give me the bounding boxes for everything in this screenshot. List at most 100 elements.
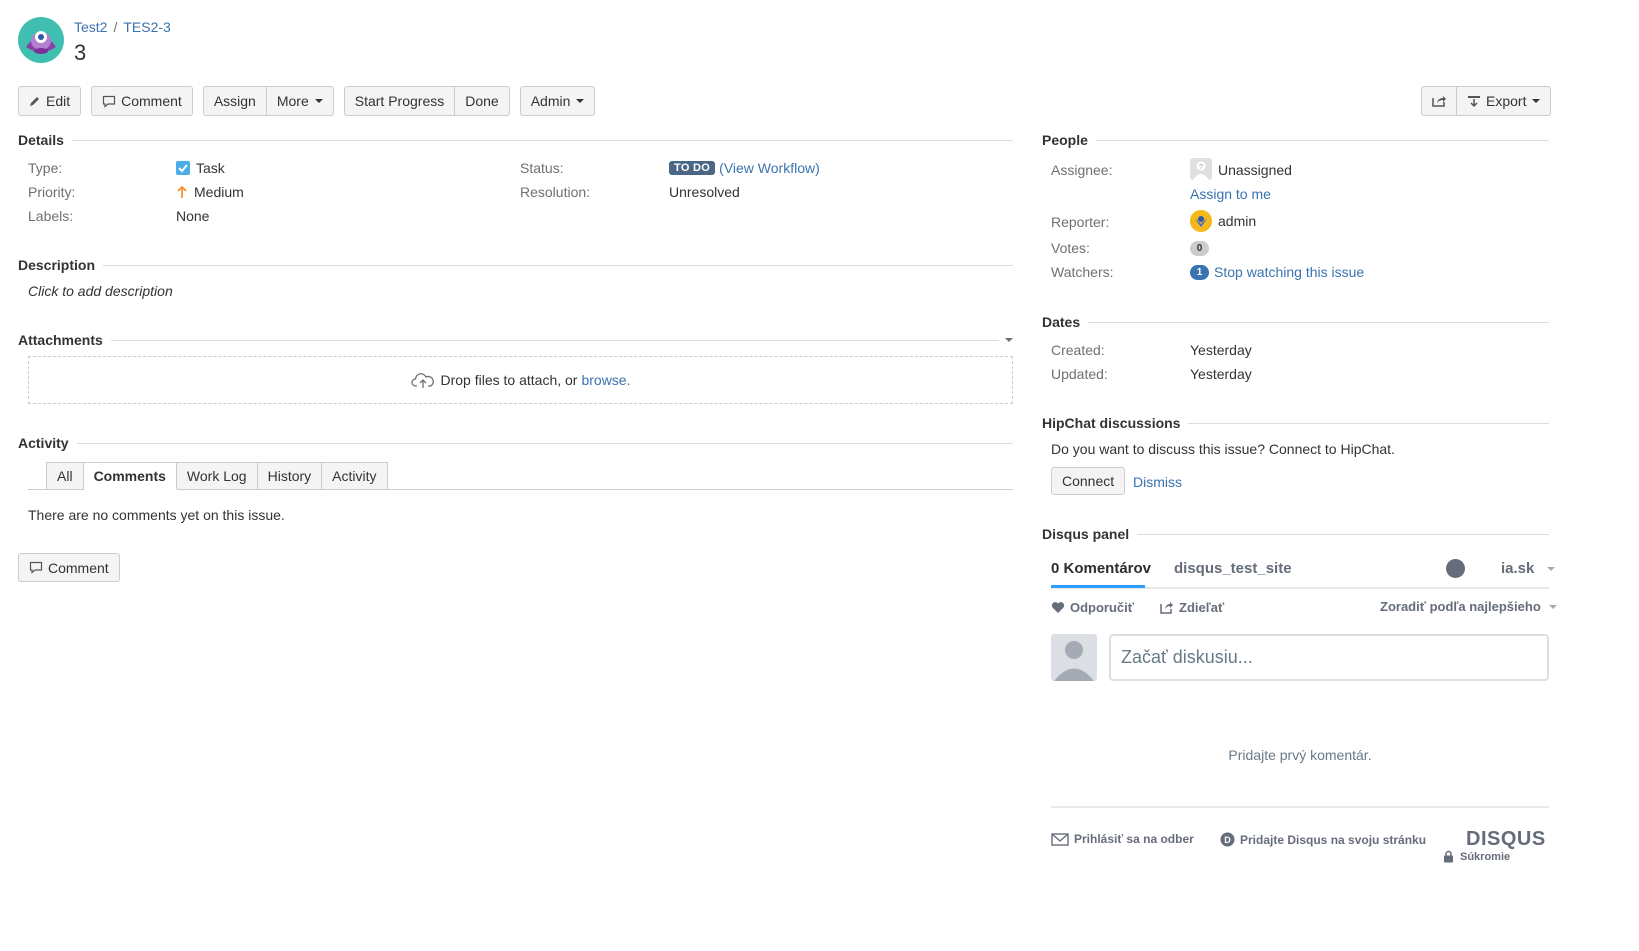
pencil-icon	[30, 97, 39, 106]
disqus-empty-text: Pridajte prvý komentár.	[1228, 747, 1372, 763]
heart-icon	[1051, 602, 1065, 613]
disqus-notification-icon[interactable]	[1446, 559, 1465, 578]
labels-value[interactable]: None	[176, 208, 209, 224]
tab-work-log[interactable]: Work Log	[176, 462, 258, 490]
lock-icon	[1444, 850, 1453, 863]
priority-label: Priority:	[28, 184, 76, 200]
disqus-privacy-link[interactable]: Súkromie	[1443, 850, 1510, 863]
workflow-group: Start Progress Done	[343, 86, 510, 116]
unassigned-avatar: ?	[1190, 158, 1212, 180]
disqus-user-name: ia.sk	[1501, 560, 1535, 577]
activity-heading-text: Activity	[18, 435, 69, 451]
watchers-badge[interactable]: 1	[1190, 264, 1209, 280]
votes-badge[interactable]: 0	[1190, 241, 1209, 256]
more-button[interactable]: More	[266, 86, 334, 116]
disqus-comment-input[interactable]: Začať diskusiu...	[1109, 634, 1549, 681]
assignee-value[interactable]: ? Unassigned	[1190, 158, 1292, 180]
assign-to-me-link[interactable]: Assign to me	[1190, 186, 1271, 202]
assignee-value-text: Unassigned	[1218, 162, 1292, 178]
tab-activity[interactable]: Activity	[322, 462, 388, 490]
disqus-subscribe-link[interactable]: Prihlásiť sa na odber	[1051, 832, 1194, 846]
comment-icon	[29, 561, 43, 574]
dates-heading[interactable]: Dates	[1042, 314, 1549, 330]
dropzone-text: Drop files to attach, or	[440, 372, 578, 388]
breadcrumb-project-link[interactable]: Test2	[74, 19, 107, 35]
tab-history[interactable]: History	[257, 462, 323, 490]
reporter-value-text: admin	[1218, 213, 1257, 229]
export-button[interactable]: Export	[1457, 86, 1552, 116]
disqus-add-site-link[interactable]: D Pridajte Disqus na svoju stránku	[1220, 832, 1426, 847]
status-value: TO DO (View Workflow)	[669, 160, 820, 176]
breadcrumb-issue-link[interactable]: TES2-3	[123, 19, 170, 35]
reporter-value[interactable]: admin	[1190, 210, 1256, 232]
export-button-label: Export	[1486, 93, 1527, 109]
admin-avatar	[1190, 210, 1212, 232]
browse-link[interactable]: browse.	[581, 372, 630, 388]
chevron-down-icon	[1548, 604, 1557, 609]
add-comment-button[interactable]: Comment	[18, 553, 120, 582]
description-heading[interactable]: Description	[18, 257, 1013, 273]
issue-toolbar: Edit Comment Assign More Start Progress …	[18, 86, 596, 116]
details-heading[interactable]: Details	[18, 132, 1013, 148]
type-value-text: Task	[196, 160, 225, 176]
chevron-down-icon	[314, 99, 323, 103]
tab-all[interactable]: All	[46, 462, 84, 490]
hipchat-heading[interactable]: HipChat discussions	[1042, 415, 1549, 431]
admin-button[interactable]: Admin	[519, 86, 596, 116]
people-heading[interactable]: People	[1042, 132, 1549, 148]
disqus-sort-label: Zoradiť podľa najlepšieho	[1380, 599, 1541, 614]
disqus-share-label: Zdieľať	[1179, 600, 1225, 615]
download-icon	[1468, 95, 1480, 107]
share-export-group: Export	[1421, 86, 1552, 116]
people-heading-text: People	[1042, 132, 1088, 148]
disqus-user-menu[interactable]: ia.sk	[1501, 560, 1556, 577]
attachment-dropzone[interactable]: Drop files to attach, or browse.	[28, 356, 1013, 404]
disqus-recommend-button[interactable]: Odporučiť	[1051, 600, 1134, 615]
disqus-logo[interactable]: DISQUS	[1466, 828, 1546, 851]
breadcrumb-separator: /	[113, 19, 118, 35]
start-progress-button[interactable]: Start Progress	[343, 86, 456, 116]
tab-comments[interactable]: Comments	[83, 462, 177, 490]
resolution-value: Unresolved	[669, 184, 740, 200]
hipchat-heading-text: HipChat discussions	[1042, 415, 1181, 431]
comment-button[interactable]: Comment	[91, 86, 193, 116]
breadcrumb: Test2 / TES2-3	[74, 19, 171, 35]
priority-value-text: Medium	[194, 184, 244, 200]
cloud-upload-icon	[410, 373, 434, 388]
share-button[interactable]	[1421, 86, 1457, 116]
stop-watching-link[interactable]: Stop watching this issue	[1214, 264, 1364, 280]
disqus-site-tab[interactable]: disqus_test_site	[1174, 560, 1292, 577]
disqus-heading[interactable]: Disqus panel	[1042, 526, 1549, 542]
disqus-heading-text: Disqus panel	[1042, 526, 1130, 542]
reporter-label: Reporter:	[1051, 214, 1110, 230]
updated-value: Yesterday	[1190, 366, 1252, 382]
dismiss-link[interactable]: Dismiss	[1133, 474, 1182, 490]
status-badge: TO DO	[669, 161, 716, 175]
done-button[interactable]: Done	[455, 86, 510, 116]
issue-title[interactable]: 3	[74, 40, 86, 66]
project-avatar[interactable]	[18, 17, 64, 63]
edit-button-label: Edit	[46, 93, 71, 109]
disqus-privacy-label: Súkromie	[1460, 850, 1511, 863]
created-value: Yesterday	[1190, 342, 1252, 358]
edit-button[interactable]: Edit	[18, 86, 82, 116]
description-heading-text: Description	[18, 257, 96, 273]
attachments-options-icon[interactable]	[1005, 338, 1013, 342]
svg-text:?: ?	[1199, 164, 1203, 171]
disqus-comments-tab[interactable]: 0 Komentárov	[1051, 560, 1151, 577]
assign-button[interactable]: Assign	[202, 86, 267, 116]
watchers-label: Watchers:	[1051, 264, 1114, 280]
description-placeholder[interactable]: Click to add description	[28, 283, 173, 299]
activity-heading[interactable]: Activity	[18, 435, 1013, 451]
disqus-share-button[interactable]: Zdieľať	[1160, 600, 1224, 615]
connect-button[interactable]: Connect	[1051, 467, 1126, 495]
attachments-heading[interactable]: Attachments	[18, 332, 1013, 348]
disqus-sort-menu[interactable]: Zoradiť podľa najlepšieho	[1380, 599, 1557, 614]
attachments-heading-text: Attachments	[18, 332, 103, 348]
chevron-down-icon	[1547, 566, 1556, 571]
watchers-value: 1 Stop watching this issue	[1190, 264, 1364, 280]
share-icon	[1160, 602, 1173, 614]
updated-label: Updated:	[1051, 366, 1108, 382]
view-workflow-link[interactable]: View Workflow	[724, 160, 815, 176]
activity-tabs: All Comments Work Log History Activity	[46, 462, 388, 490]
